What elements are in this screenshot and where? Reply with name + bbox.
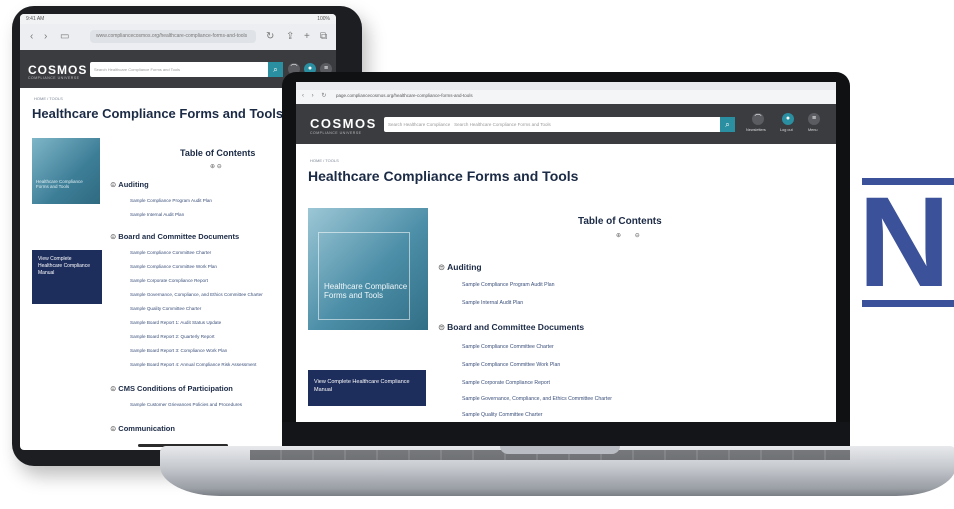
manual-cover-image [32, 138, 100, 204]
brand-logo: N [862, 178, 954, 310]
site-header: COSMOS COMPLIANCE UNIVERSE Search Health… [296, 104, 836, 144]
browser-toolbar: ‹ › ▭ www.compliancecosmos.org/healthcar… [20, 24, 336, 51]
logout-label[interactable]: Log out [780, 128, 793, 132]
page-title: Healthcare Compliance Forms and Tools [32, 106, 284, 121]
breadcrumb[interactable]: HOME / TOOLS [34, 96, 63, 101]
toc-title: Table of Contents [180, 148, 256, 158]
menu-label[interactable]: Menu [808, 128, 818, 132]
laptop-bezel [282, 422, 850, 448]
toc-section[interactable]: Board and Committee Documents [110, 232, 239, 241]
cover-frame [318, 232, 410, 320]
toc-link[interactable]: Sample Compliance Program Audit Plan [130, 198, 212, 203]
toc-link[interactable]: Sample Compliance Committee Work Plan [462, 362, 560, 368]
newsletters-label[interactable]: Newsletters [746, 128, 766, 132]
browser-tab-bar [296, 82, 836, 90]
toc-link[interactable]: Sample Quality Committee Charter [130, 306, 201, 311]
toc-link[interactable]: Sample Corporate Compliance Report [130, 278, 208, 283]
site-logo-subtitle: COMPLIANCE UNIVERSE [310, 131, 362, 135]
search-input[interactable]: Search Healthcare Compliance Forms and T… [90, 62, 269, 77]
status-bar: 9:41 AM 100% [20, 14, 336, 24]
toc-expand-collapse-icons[interactable]: ⊕ ⊖ [210, 163, 222, 170]
new-tab-icon[interactable]: + [304, 31, 310, 42]
toc-section[interactable]: CMS Conditions of Participation [110, 384, 233, 393]
toc-link[interactable]: Sample Board Report 4: Annual Compliance… [130, 362, 256, 367]
user-icon[interactable]: ● [782, 113, 794, 125]
search-scope[interactable]: Search Healthcare Compliance [388, 122, 450, 127]
toc-link[interactable]: Sample Compliance Committee Charter [462, 344, 554, 350]
address-bar[interactable]: www.compliancecosmos.org/healthcare-comp… [90, 30, 256, 43]
address-bar[interactable]: page.compliancecosmos.org/healthcare-com… [336, 93, 473, 98]
view-manual-button[interactable]: View Complete Healthcare Compliance Manu… [308, 370, 426, 406]
back-icon[interactable]: ‹ [30, 31, 33, 42]
logo-bar-bottom [862, 300, 954, 307]
laptop-notch [500, 446, 620, 454]
menu-icon[interactable]: ≡ [808, 113, 820, 125]
nav-arrows-icon[interactable]: ‹ › ↻ [302, 92, 329, 99]
search-button[interactable]: ⌕ [268, 62, 283, 77]
toc-title: Table of Contents [578, 216, 662, 227]
forward-icon[interactable]: › [44, 31, 47, 42]
search-button[interactable]: ⌕ [720, 117, 735, 132]
toc-expand-collapse-icons[interactable]: ⊕ ⊖ [616, 232, 646, 239]
laptop-screen: ‹ › ↻ page.compliancecosmos.org/healthca… [296, 82, 836, 422]
site-logo-subtitle: COMPLIANCE UNIVERSE [28, 76, 80, 80]
cover-label: Healthcare Compliance Forms and Tools [324, 282, 408, 300]
toc-link[interactable]: Sample Governance, Compliance, and Ethic… [462, 396, 612, 402]
tabs-icon[interactable]: ⧉ [320, 31, 327, 42]
toc-link[interactable]: Sample Compliance Committee Charter [130, 250, 211, 255]
search-input[interactable]: Search Healthcare Compliance Search Heal… [384, 117, 722, 132]
browser-toolbar: ‹ › ↻ page.compliancecosmos.org/healthca… [296, 90, 836, 105]
toc-section[interactable]: Auditing [110, 180, 148, 189]
toc-link[interactable]: Sample Board Report 1: Audit Status Upda… [130, 320, 221, 325]
toc-link[interactable]: Sample Board Report 2: Quarterly Report [130, 334, 215, 339]
search-icon: ⌕ [273, 65, 278, 74]
toc-link[interactable]: Sample Governance, Compliance, and Ethic… [130, 292, 263, 297]
toc-link[interactable]: Sample Quality Committee Charter [462, 412, 542, 418]
toc-link[interactable]: Sample Internal Audit Plan [130, 212, 184, 217]
reload-icon[interactable]: ↻ [266, 31, 274, 42]
search-icon: ⌕ [725, 120, 730, 129]
toc-link[interactable]: Sample Corporate Compliance Report [462, 380, 550, 386]
toc-section[interactable]: Communication [110, 424, 175, 433]
page-title: Healthcare Compliance Forms and Tools [308, 168, 579, 184]
toc-section[interactable]: Board and Committee Documents [438, 322, 584, 333]
toc-link[interactable]: Sample Internal Audit Plan [462, 300, 523, 306]
breadcrumb[interactable]: HOME / TOOLS [310, 158, 339, 163]
site-logo[interactable]: COSMOS [28, 63, 87, 77]
view-manual-button[interactable]: View Complete Healthcare Compliance Manu… [32, 250, 102, 304]
toc-section[interactable]: Auditing [438, 262, 481, 273]
toc-link[interactable]: Sample Compliance Program Audit Plan [462, 282, 555, 288]
share-icon[interactable]: ⇪ [286, 31, 294, 42]
toc-link[interactable]: Sample Customer Grievances Policies and … [130, 402, 242, 407]
site-logo[interactable]: COSMOS [310, 116, 377, 131]
cover-label: Healthcare Compliance Forms and Tools [36, 179, 83, 189]
book-icon[interactable]: ▭ [60, 31, 69, 42]
newsletter-icon[interactable]: ⌒ [752, 113, 764, 125]
search-placeholder: Search Healthcare Compliance Forms and T… [454, 122, 551, 127]
logo-letter: N [862, 178, 951, 310]
toc-link[interactable]: Sample Board Report 3: Compliance Work P… [130, 348, 227, 353]
toc-link[interactable]: Sample Compliance Committee Work Plan [130, 264, 217, 269]
